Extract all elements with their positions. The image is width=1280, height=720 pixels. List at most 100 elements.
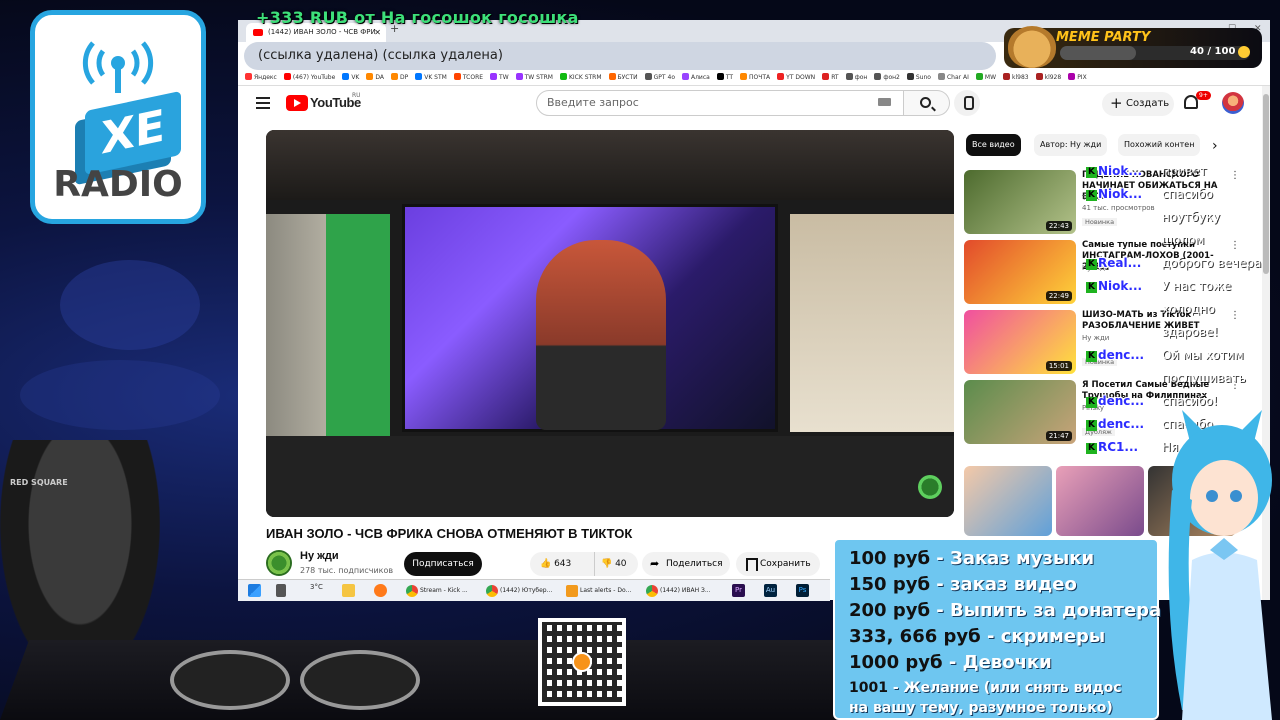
create-button[interactable]: Создать — [1102, 91, 1174, 116]
recommendation-views: 41 тыс. просмотров — [1082, 204, 1155, 212]
chevron-right-icon[interactable]: › — [1212, 138, 1218, 154]
more-options-icon[interactable]: ⋮ — [1230, 171, 1240, 181]
price-description: - Желание (или снять видос — [887, 680, 1122, 696]
recommendation-item[interactable]: 22:49 Самые тупые поступки ИНСТАГРАМ-ЛОХО… — [964, 240, 1254, 304]
address-bar[interactable]: (ссылка удалена) (ссылка удалена) — [244, 42, 996, 70]
recommendation-item[interactable]: 15:01 ШИЗО-МАТЬ из TikTok РАЗОБЛАЧЕНИЕ ЖИ… — [964, 310, 1254, 374]
recommendation-item[interactable]: 22:43 ПАДЕНИЕ ХОВАНСКОГО НАЧИНАЕТ ОБИЖАТЬ… — [964, 170, 1254, 234]
short-thumbnail[interactable] — [964, 466, 1052, 536]
chat-username: Niok... — [1098, 164, 1143, 178]
firefox-icon[interactable] — [374, 584, 387, 597]
scrollbar-thumb[interactable] — [1263, 94, 1269, 274]
bookmark-favicon-icon — [559, 73, 567, 80]
bookmark-item[interactable]: (467) YouTube — [283, 70, 335, 85]
bookmark-item[interactable]: TT — [716, 70, 733, 85]
chat-message: послушивать — [1162, 371, 1246, 385]
bookmark-favicon-icon — [490, 73, 498, 80]
search-button[interactable] — [904, 90, 950, 116]
bookmark-item[interactable]: фон2 — [874, 70, 900, 85]
video-player[interactable] — [266, 130, 954, 517]
bookmark-item[interactable]: Яндекс — [245, 70, 277, 85]
file-explorer-icon[interactable] — [342, 584, 355, 597]
bookmark-item[interactable]: DA — [366, 70, 384, 85]
save-button[interactable]: Сохранить — [736, 552, 820, 576]
bookmark-favicon-icon — [822, 73, 830, 80]
keyboard-icon[interactable] — [878, 98, 891, 106]
bookmark-label: фон — [854, 74, 868, 81]
recommendation-thumbnail[interactable]: 22:43 — [964, 170, 1076, 234]
taskbar-app-label: (1442) ИВАН З... — [660, 587, 711, 594]
bookmark-item[interactable]: ПОЧТА — [740, 70, 770, 85]
bookmark-item[interactable]: PIX — [1068, 70, 1087, 85]
bookmark-item[interactable]: RT — [822, 70, 839, 85]
account-avatar[interactable] — [1222, 92, 1244, 114]
subscribe-button[interactable]: Подписаться — [404, 552, 482, 576]
taskbar-app-ivan[interactable]: (1442) ИВАН З... — [646, 583, 718, 599]
chip-all-videos[interactable]: Все видео — [966, 134, 1021, 156]
recommendation-thumbnail[interactable]: 21:47 — [964, 380, 1076, 444]
youtube-logo-icon[interactable] — [286, 95, 308, 111]
price-row: 100 руб - Заказ музыки — [849, 548, 1094, 569]
dislike-button[interactable]: 👎 40 — [594, 552, 627, 576]
chip-author[interactable]: Автор: Ну жди — [1034, 134, 1108, 156]
bookmark-label: GPT 4o — [653, 74, 675, 81]
share-button[interactable]: Поделиться — [642, 552, 730, 576]
bookmark-item[interactable]: VK STM — [415, 70, 447, 85]
bookmark-item[interactable]: Алиса — [681, 70, 710, 85]
chat-message: привет — [1162, 164, 1207, 178]
bookmark-item[interactable]: YT DOWN — [777, 70, 815, 85]
chat-message: доброго вечера — [1162, 256, 1262, 270]
audition-icon[interactable]: Au — [764, 584, 777, 597]
bookmark-item[interactable]: GPT 4o — [644, 70, 675, 85]
recommendation-thumbnail[interactable]: 15:01 — [964, 310, 1076, 374]
short-thumbnail[interactable] — [1056, 466, 1144, 536]
donationalerts-icon — [566, 585, 578, 597]
channel-avatar[interactable] — [266, 550, 292, 576]
bookmark-label: VK STM — [424, 74, 447, 81]
bookmark-item[interactable]: kl928 — [1035, 70, 1061, 85]
more-options-icon[interactable]: ⋮ — [1230, 311, 1240, 321]
task-view-icon[interactable] — [276, 584, 286, 597]
bookmark-item[interactable]: БУСТИ — [608, 70, 638, 85]
recommendation-badge: Новинка — [1082, 218, 1118, 226]
video-duration: 21:47 — [1045, 431, 1072, 441]
taskbar-app-label: (1442) Ютубер... — [500, 587, 553, 594]
bookmark-favicon-icon — [390, 73, 398, 80]
meme-party-title: MEME PARTY — [1056, 30, 1151, 45]
bookmark-item[interactable]: TCORE — [453, 70, 483, 85]
weather-widget[interactable]: 3°C — [310, 583, 323, 591]
taskbar-app-youtuber[interactable]: (1442) Ютубер... — [486, 583, 558, 599]
more-options-icon[interactable]: ⋮ — [1230, 241, 1240, 251]
recommendation-thumbnail[interactable]: 22:49 — [964, 240, 1076, 304]
bookmark-item[interactable]: Char AI — [937, 70, 969, 85]
bookmark-item[interactable]: DP — [390, 70, 408, 85]
bookmark-item[interactable]: VK — [342, 70, 359, 85]
voice-search-mic-icon[interactable] — [954, 90, 980, 116]
bookmark-item[interactable]: фон — [845, 70, 868, 85]
video-greenscreen — [326, 214, 390, 436]
chat-message: спасибо! — [1162, 394, 1218, 408]
taskbar-app-alerts[interactable]: Last alerts - Do... — [566, 583, 638, 599]
like-button[interactable]: 👍 643 — [540, 552, 571, 576]
photoshop-icon[interactable]: Ps — [796, 584, 809, 597]
video-title: ИВАН ЗОЛО - ЧСВ ФРИКА СНОВА ОТМЕНЯЮТ В Т… — [266, 526, 633, 541]
radio-logo-word: RADIO — [53, 164, 183, 205]
premiere-icon[interactable]: Pr — [732, 584, 745, 597]
bookmark-favicon-icon — [740, 73, 748, 80]
bookmark-label: TW STRM — [524, 74, 553, 81]
bookmark-item[interactable]: MW — [975, 70, 996, 85]
search-input[interactable]: Введите запрос — [536, 90, 904, 116]
bookmark-item[interactable]: kl983 — [1003, 70, 1029, 85]
bookmark-item[interactable]: TW STRM — [515, 70, 553, 85]
hamburger-menu-icon[interactable] — [256, 97, 270, 109]
bookmark-item[interactable]: Suno — [906, 70, 931, 85]
recommendation-channel[interactable]: Ну жди — [1082, 334, 1109, 342]
channel-name[interactable]: Ну жди — [300, 550, 339, 562]
taskbar-app-stream[interactable]: Stream - Kick ... — [406, 583, 478, 599]
bookmark-item[interactable]: TW — [490, 70, 509, 85]
chip-similar[interactable]: Похожий контен — [1118, 134, 1201, 156]
windows-start-icon[interactable] — [248, 584, 261, 597]
tab-title: (1442) ИВАН ЗОЛО - ЧСВ ФРИ — [268, 28, 376, 36]
bookmark-item[interactable]: KICK STRM — [559, 70, 602, 85]
meme-progress-text: 40 / 100 — [1190, 46, 1236, 57]
